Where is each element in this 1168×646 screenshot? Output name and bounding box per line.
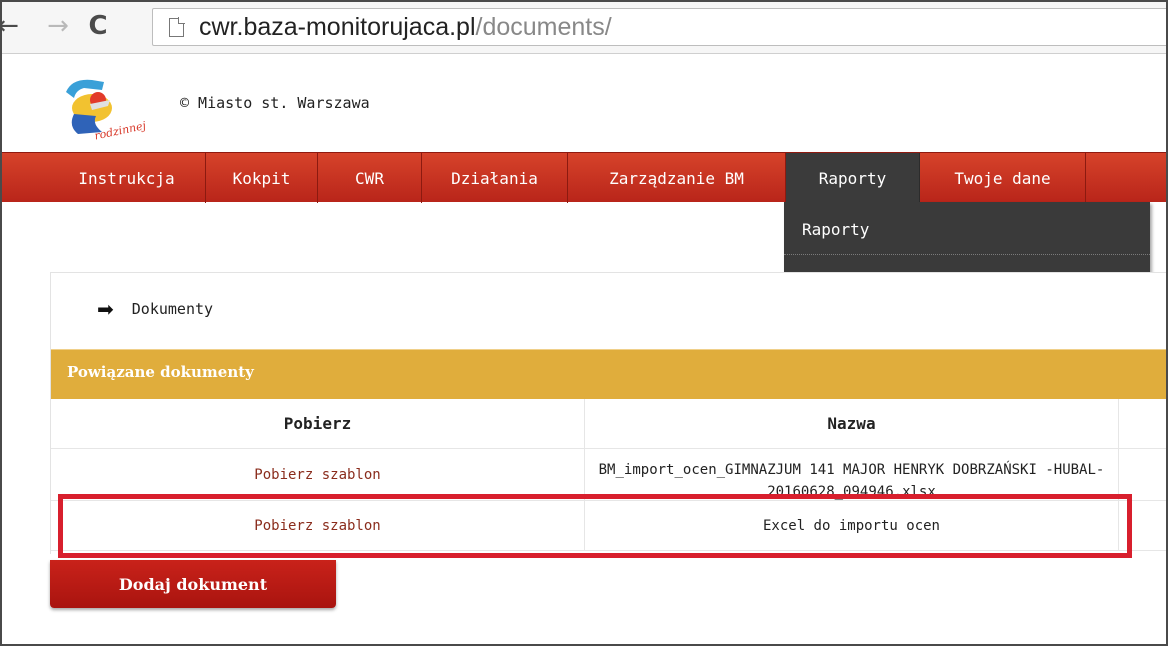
nav-item-twoje-dane[interactable]: Twoje dane — [920, 153, 1086, 203]
main-navigation: Instrukcja Kokpit CWR Działania Zarządza… — [2, 152, 1166, 203]
column-header-empty — [1119, 399, 1166, 448]
download-template-link[interactable]: Pobierz szablon — [51, 449, 585, 500]
reload-icon[interactable]: C — [84, 10, 112, 42]
address-bar[interactable]: cwr.baza-monitorujaca.pl/documents/ — [152, 8, 1166, 46]
nav-item-kokpit[interactable]: Kokpit — [206, 153, 318, 203]
arrow-right-icon[interactable]: → — [44, 10, 72, 42]
row-extra-cell — [1119, 449, 1166, 500]
column-header-pobierz: Pobierz — [51, 399, 585, 448]
highlight-box — [58, 494, 1132, 558]
nav-item-raporty[interactable]: Raporty — [786, 153, 920, 203]
dropdown-item-raporty[interactable]: Raporty — [784, 205, 1150, 255]
url-path: /documents/ — [475, 13, 612, 41]
column-header-nazwa: Nazwa — [585, 399, 1119, 448]
url-host: cwr.baza-monitorujaca.pl — [199, 13, 476, 41]
breadcrumb: ➡ Dokumenty — [97, 299, 213, 319]
section-header: Powiązane dokumenty — [51, 349, 1166, 399]
family-logo-icon[interactable]: rodzinnej — [62, 74, 172, 144]
nav-item-dzialania[interactable]: Działania — [422, 153, 568, 203]
nav-item-instrukcja[interactable]: Instrukcja — [48, 153, 206, 203]
arrow-right-icon: ➡ — [97, 297, 114, 321]
screenshot-frame: ← → C cwr.baza-monitorujaca.pl/documents… — [0, 0, 1168, 646]
arrow-left-icon[interactable]: ← — [2, 10, 22, 42]
nav-item-cwr[interactable]: CWR — [318, 153, 422, 203]
copyright-text: © Miasto st. Warszawa — [180, 94, 370, 112]
logo-wordmark: rodzinnej — [93, 119, 147, 143]
document-name: BM_import_ocen_GIMNAZJUM 141 MAJOR HENRY… — [585, 449, 1119, 500]
url-text: cwr.baza-monitorujaca.pl/documents/ — [199, 13, 612, 42]
section-title: Powiązane dokumenty — [67, 363, 254, 381]
browser-toolbar: ← → C cwr.baza-monitorujaca.pl/documents… — [2, 2, 1166, 54]
nav-item-zarzadzanie-bm[interactable]: Zarządzanie BM — [568, 153, 786, 203]
page-icon — [169, 17, 185, 37]
add-document-button[interactable]: Dodaj dokument — [50, 560, 336, 608]
breadcrumb-label: Dokumenty — [131, 300, 214, 318]
table-header-row: Pobierz Nazwa — [51, 399, 1166, 449]
